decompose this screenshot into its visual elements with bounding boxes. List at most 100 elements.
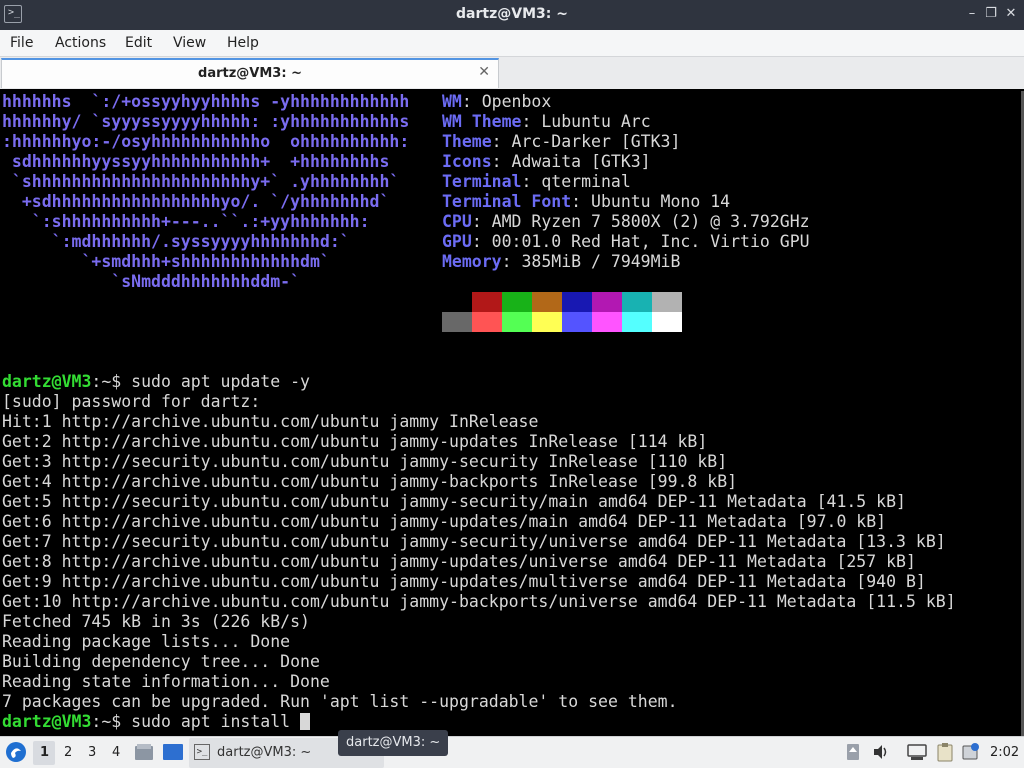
tab-close-icon[interactable]: ✕	[478, 64, 490, 80]
window-titlebar[interactable]: >_ dartz@VM3: ~ – ❐ ✕	[0, 0, 1024, 30]
menu-file[interactable]: File	[10, 35, 33, 51]
output-line: Hit:1 http://archive.ubuntu.com/ubuntu j…	[2, 412, 539, 431]
color-swatch	[442, 292, 472, 312]
sysinfo-row: WM Theme: Lubuntu Arc	[442, 112, 651, 131]
color-swatch	[532, 312, 562, 332]
window-title: dartz@VM3: ~	[456, 6, 568, 22]
sysinfo-value: Ubuntu Mono 14	[581, 192, 731, 211]
color-swatch	[442, 312, 472, 332]
start-menu-icon[interactable]	[5, 741, 27, 763]
sysinfo-row: WM: Openbox	[442, 92, 552, 111]
output-line: Reading package lists... Done	[2, 632, 291, 651]
output-line: 7 packages can be upgraded. Run 'apt lis…	[2, 692, 678, 711]
terminal-tab[interactable]: dartz@VM3: ~ ✕	[1, 58, 499, 88]
command-text: sudo apt update -y	[121, 372, 310, 391]
output-line: Get:7 http://security.ubuntu.com/ubuntu …	[2, 532, 946, 551]
color-swatch	[562, 312, 592, 332]
logo-line: hhhhhhs `:/+ossyyhyyhhhhs -yhhhhhhhhhhhh	[2, 92, 410, 111]
logo-line: :hhhhhhyo:-/osyhhhhhhhhhhho ohhhhhhhhhh:	[2, 132, 410, 151]
sysinfo-key: Icons	[442, 152, 492, 171]
menu-bar: File Actions Edit View Help	[0, 30, 1024, 57]
sysinfo-row: GPU: 00:01.0 Red Hat, Inc. Virtio GPU	[442, 232, 810, 251]
color-swatch	[592, 292, 622, 312]
sysinfo-row: Theme: Arc-Darker [GTK3]	[442, 132, 681, 151]
sysinfo-key: Theme	[442, 132, 492, 151]
file-manager-icon[interactable]	[134, 742, 154, 762]
menu-actions[interactable]: Actions	[55, 35, 106, 51]
prompt-line: dartz@VM3:~$ sudo apt install	[2, 712, 311, 732]
task-tooltip: dartz@VM3: ~	[338, 730, 449, 756]
sysinfo-row: Terminal: qterminal	[442, 172, 631, 191]
workspace-4[interactable]: 4	[112, 745, 120, 760]
output-line: Fetched 745 kB in 3s (226 kB/s)	[2, 612, 310, 631]
prompt-symbol: $	[111, 712, 122, 731]
logo-line: +sdhhhhhhhhhhhhhhhhhyo/. `/yhhhhhhhd`	[2, 192, 390, 211]
color-swatch	[472, 292, 502, 312]
prompt-path: :~	[91, 372, 112, 391]
output-line: Reading state information... Done	[2, 672, 330, 691]
update-notifier-icon[interactable]	[846, 743, 860, 761]
sysinfo-key: Terminal Font	[442, 192, 572, 211]
notification-icon[interactable]	[961, 742, 981, 762]
output-line: Get:9 http://archive.ubuntu.com/ubuntu j…	[2, 572, 926, 591]
sysinfo-value: qterminal	[531, 172, 631, 191]
sysinfo-key: Terminal	[442, 172, 522, 191]
sysinfo-key: Memory	[442, 252, 502, 271]
logo-line: hhhhhhy/ `syyyssyyyyhhhhh: :yhhhhhhhhhhh…	[2, 112, 410, 131]
tab-label: dartz@VM3: ~	[198, 66, 302, 81]
logo-line: `sNmdddhhhhhhhddm-`	[2, 272, 301, 291]
clipboard-icon[interactable]	[935, 742, 955, 762]
sysinfo-row: Memory: 385MiB / 7949MiB	[442, 252, 681, 271]
menu-view[interactable]: View	[173, 35, 206, 51]
volume-icon[interactable]	[872, 743, 890, 761]
clock[interactable]: 2:02	[990, 745, 1019, 760]
workspace-2[interactable]: 2	[64, 745, 72, 760]
sysinfo-value: Openbox	[471, 92, 552, 111]
prompt-path: :~	[91, 712, 112, 731]
taskbar-task-label: dartz@VM3: ~	[217, 745, 312, 760]
sysinfo-key: CPU	[442, 212, 472, 231]
menu-help[interactable]: Help	[227, 35, 259, 51]
sysinfo-row: Icons: Adwaita [GTK3]	[442, 152, 651, 171]
output-line: [sudo] password for dartz:	[2, 392, 261, 411]
prompt-line: dartz@VM3:~$ sudo apt update -y	[2, 372, 310, 392]
logo-line: `:mdhhhhhh/.syssyyyyhhhhhhhd:`	[2, 232, 350, 251]
prompt-user: dartz@VM3	[2, 372, 92, 391]
color-swatch	[622, 292, 652, 312]
logo-line: `+smdhhh+shhhhhhhhhhhhdm`	[2, 252, 330, 271]
color-swatch	[502, 292, 532, 312]
show-desktop-icon[interactable]	[162, 742, 184, 762]
tab-bar: dartz@VM3: ~ ✕	[0, 57, 1024, 89]
output-line: Get:8 http://archive.ubuntu.com/ubuntu j…	[2, 552, 916, 571]
logo-line: sdhhhhhhyyssyyhhhhhhhhhhh+ +hhhhhhhhs	[2, 152, 390, 171]
network-icon[interactable]	[906, 743, 928, 761]
sysinfo-value: 00:01.0 Red Hat, Inc. Virtio GPU	[481, 232, 810, 251]
minimize-icon[interactable]: –	[962, 4, 982, 24]
output-line: Building dependency tree... Done	[2, 652, 320, 671]
terminal-task-icon: >_	[194, 744, 210, 760]
sysinfo-key: WM	[442, 92, 462, 111]
logo-line: `shhhhhhhhhhhhhhhhhhhhhhy+` .yhhhhhhhh`	[2, 172, 400, 191]
text-cursor	[300, 713, 311, 730]
close-icon[interactable]: ✕	[1001, 4, 1021, 24]
color-swatch	[472, 312, 502, 332]
color-swatch	[502, 312, 532, 332]
output-line: Get:2 http://archive.ubuntu.com/ubuntu j…	[2, 432, 708, 451]
sysinfo-key: WM Theme	[442, 112, 522, 131]
maximize-icon[interactable]: ❐	[981, 4, 1001, 24]
taskbar: 1 2 3 4 >_ dartz@VM3: ~ 2:02	[0, 736, 1024, 768]
sysinfo-value: 385MiB / 7949MiB	[511, 252, 681, 271]
color-swatch	[652, 292, 682, 312]
color-swatch	[592, 312, 622, 332]
color-swatch	[622, 312, 652, 332]
sysinfo-value: Adwaita [GTK3]	[501, 152, 651, 171]
prompt-symbol: $	[111, 372, 122, 391]
color-swatch	[652, 312, 682, 332]
command-text: sudo apt install	[121, 712, 301, 731]
workspace-3[interactable]: 3	[88, 745, 96, 760]
output-line: Get:6 http://archive.ubuntu.com/ubuntu j…	[2, 512, 887, 531]
terminal-output[interactable]: hhhhhhs `:/+ossyyhyyhhhhs -yhhhhhhhhhhhh…	[0, 91, 1024, 736]
workspace-1[interactable]: 1	[40, 745, 49, 760]
menu-edit[interactable]: Edit	[125, 35, 152, 51]
output-line: Get:3 http://security.ubuntu.com/ubuntu …	[2, 452, 728, 471]
